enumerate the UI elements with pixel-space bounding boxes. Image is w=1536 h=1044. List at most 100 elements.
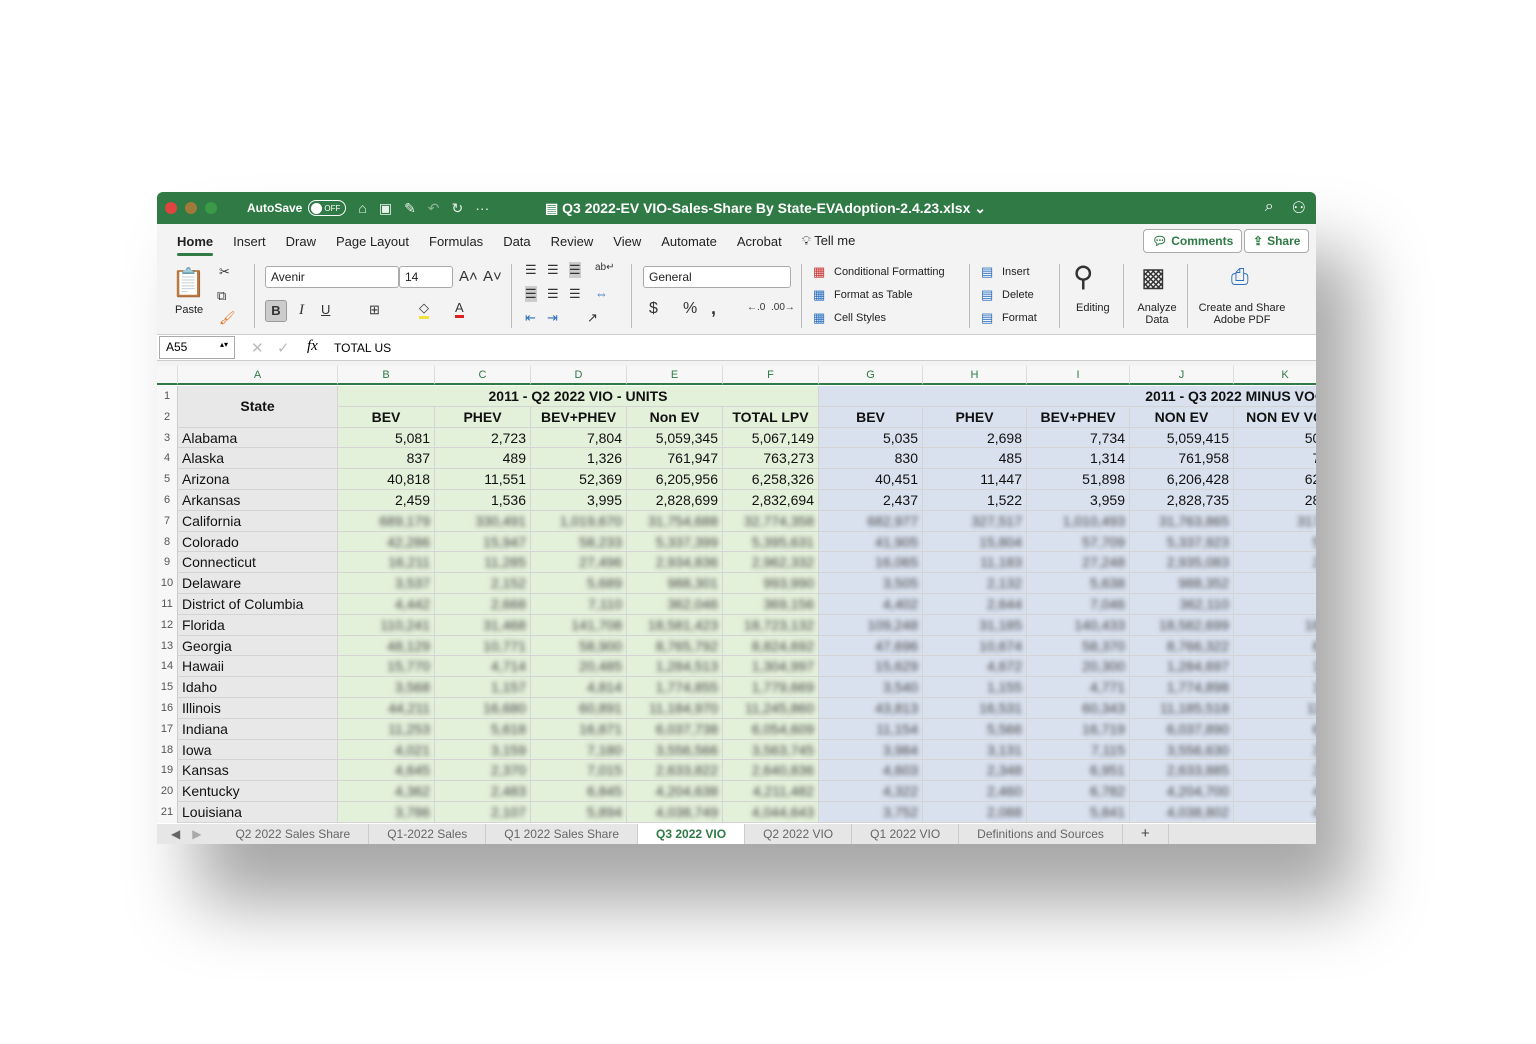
borders-icon[interactable]: ⊞ bbox=[369, 302, 380, 318]
value-cell[interactable]: 3,556,630 bbox=[1130, 739, 1234, 761]
value-cell[interactable]: 327,517 bbox=[923, 510, 1027, 532]
value-cell[interactable]: 7,804 bbox=[531, 427, 627, 449]
value-cell[interactable]: 5,638 bbox=[1027, 573, 1130, 594]
undo-icon[interactable]: ↶ bbox=[428, 200, 440, 217]
value-cell[interactable]: 58,900 bbox=[531, 635, 627, 657]
value-cell[interactable]: 58,233 bbox=[531, 531, 627, 553]
insert-cells-button[interactable]: Insert bbox=[1002, 266, 1030, 278]
value-cell[interactable]: 2,132 bbox=[923, 573, 1027, 594]
value-cell[interactable]: 317,4 bbox=[1234, 510, 1316, 532]
value-cell[interactable]: 40,818 bbox=[338, 469, 435, 490]
value-cell[interactable]: 140,433 bbox=[1027, 614, 1130, 636]
value-cell[interactable]: 1,010,493 bbox=[1027, 510, 1130, 532]
value-cell[interactable]: 111, bbox=[1234, 698, 1316, 719]
close-button[interactable] bbox=[165, 202, 177, 214]
value-cell[interactable]: 1,284,697 bbox=[1130, 656, 1234, 678]
value-cell[interactable]: 52,369 bbox=[531, 469, 627, 490]
value-cell[interactable]: 31,754,688 bbox=[627, 510, 723, 532]
adobe-pdf-icon[interactable]: ⎙ bbox=[1231, 264, 1249, 290]
comments-button[interactable]: 💬︎ Comments bbox=[1143, 229, 1243, 253]
decrease-decimal-icon[interactable]: .00→ bbox=[771, 302, 795, 313]
copy-icon[interactable]: ⧉ bbox=[217, 288, 226, 304]
value-cell[interactable]: 761,958 bbox=[1130, 448, 1234, 470]
value-cell[interactable]: 6,037,738 bbox=[627, 718, 723, 740]
value-cell[interactable]: 41,905 bbox=[819, 531, 923, 553]
value-cell[interactable]: 11,183 bbox=[923, 552, 1027, 574]
cell-styles-button[interactable]: Cell Styles bbox=[834, 312, 886, 324]
value-cell[interactable]: 7,180 bbox=[531, 739, 627, 761]
value-cell[interactable]: 51,898 bbox=[1027, 469, 1130, 490]
font-size-select[interactable]: 14 bbox=[399, 266, 453, 288]
value-cell[interactable]: 3,563,745 bbox=[723, 739, 819, 761]
value-cell[interactable]: 1,522 bbox=[923, 490, 1027, 511]
fill-color-icon[interactable]: ◇ bbox=[419, 300, 429, 319]
home-icon[interactable]: ⌂ bbox=[358, 200, 366, 216]
value-cell[interactable]: 44,211 bbox=[338, 698, 435, 719]
value-cell[interactable]: 4,204,638 bbox=[627, 781, 723, 802]
value-cell[interactable]: 4,322 bbox=[819, 781, 923, 802]
value-cell[interactable]: 60,891 bbox=[531, 698, 627, 719]
value-cell[interactable]: 7,734 bbox=[1027, 427, 1130, 449]
value-cell[interactable]: 4,603 bbox=[819, 760, 923, 782]
value-cell[interactable]: 40, bbox=[1234, 802, 1316, 823]
value-cell[interactable]: 6,037,890 bbox=[1130, 718, 1234, 740]
value-cell[interactable]: 7,015 bbox=[531, 760, 627, 782]
align-middle-icon[interactable]: ☰ bbox=[547, 262, 559, 278]
value-cell[interactable]: 6,951 bbox=[1027, 760, 1130, 782]
value-cell[interactable]: 43,813 bbox=[819, 698, 923, 719]
value-cell[interactable]: 7,046 bbox=[1027, 594, 1130, 615]
value-cell[interactable]: 4,038,749 bbox=[627, 802, 723, 823]
state-name-cell[interactable]: Colorado bbox=[178, 531, 338, 553]
value-cell[interactable]: 2,633,822 bbox=[627, 760, 723, 782]
value-cell[interactable]: 10,674 bbox=[923, 635, 1027, 657]
row-header[interactable]: 8 bbox=[157, 531, 178, 553]
state-name-cell[interactable]: Connecticut bbox=[178, 552, 338, 574]
align-center-icon[interactable]: ☰ bbox=[547, 286, 559, 302]
row-header[interactable]: 13 bbox=[157, 635, 178, 657]
value-cell[interactable]: 2,633,885 bbox=[1130, 760, 1234, 782]
value-cell[interactable]: 3,568 bbox=[338, 677, 435, 698]
value-cell[interactable]: 2,962,332 bbox=[723, 552, 819, 574]
value-cell[interactable]: 58,370 bbox=[1027, 635, 1130, 657]
value-cell[interactable]: 5,566 bbox=[923, 718, 1027, 740]
state-name-cell[interactable]: Florida bbox=[178, 614, 338, 636]
value-cell[interactable]: 1,284,513 bbox=[627, 656, 723, 678]
value-cell[interactable]: 5,067,149 bbox=[723, 427, 819, 449]
sheet-tab-q2-2022-vio[interactable]: Q2 2022 VIO bbox=[745, 824, 853, 844]
tab-data[interactable]: Data bbox=[503, 230, 530, 253]
tell-me[interactable]: 💡︎ Tell me bbox=[802, 229, 856, 253]
value-cell[interactable]: 16,065 bbox=[819, 552, 923, 574]
percent-icon[interactable]: % bbox=[683, 300, 697, 318]
value-cell[interactable]: 87, bbox=[1234, 635, 1316, 657]
value-cell[interactable]: 2,828,699 bbox=[627, 490, 723, 511]
value-cell[interactable]: 7,115 bbox=[1027, 739, 1130, 761]
value-cell[interactable]: 109,248 bbox=[819, 614, 923, 636]
value-cell[interactable]: 185, bbox=[1234, 614, 1316, 636]
value-cell[interactable]: 50,5 bbox=[1234, 427, 1316, 449]
state-name-cell[interactable]: Hawaii bbox=[178, 656, 338, 678]
prev-sheet-icon[interactable]: ◀ bbox=[157, 827, 188, 841]
value-cell[interactable]: 16,211 bbox=[338, 552, 435, 574]
value-cell[interactable]: 110,241 bbox=[338, 614, 435, 636]
value-cell[interactable]: 11,154 bbox=[819, 718, 923, 740]
value-cell[interactable]: 1,779,669 bbox=[723, 677, 819, 698]
value-cell[interactable]: 11,184,970 bbox=[627, 698, 723, 719]
value-cell[interactable]: 1,774,855 bbox=[627, 677, 723, 698]
state-name-cell[interactable]: Indiana bbox=[178, 718, 338, 740]
value-cell[interactable]: 6,205,956 bbox=[627, 469, 723, 490]
value-cell[interactable]: 18,723,132 bbox=[723, 614, 819, 636]
value-cell[interactable]: 60, bbox=[1234, 718, 1316, 740]
value-cell[interactable]: 20,485 bbox=[531, 656, 627, 678]
state-name-cell[interactable]: Louisiana bbox=[178, 802, 338, 823]
value-cell[interactable]: 8,824,692 bbox=[723, 635, 819, 657]
value-cell[interactable]: 3, bbox=[1234, 594, 1316, 615]
increase-indent-icon[interactable]: ⇥ bbox=[547, 310, 558, 326]
row-header[interactable]: 2 bbox=[157, 406, 178, 428]
value-cell[interactable]: 4,714 bbox=[435, 656, 531, 678]
analyze-data-button[interactable]: Analyze Data bbox=[1137, 302, 1177, 326]
value-cell[interactable]: 1,326 bbox=[531, 448, 627, 470]
align-left-icon[interactable]: ☰ bbox=[525, 286, 537, 302]
value-cell[interactable]: 2,934,836 bbox=[627, 552, 723, 574]
value-cell[interactable]: 689,179 bbox=[338, 510, 435, 532]
more-icon[interactable]: ··· bbox=[475, 200, 489, 216]
